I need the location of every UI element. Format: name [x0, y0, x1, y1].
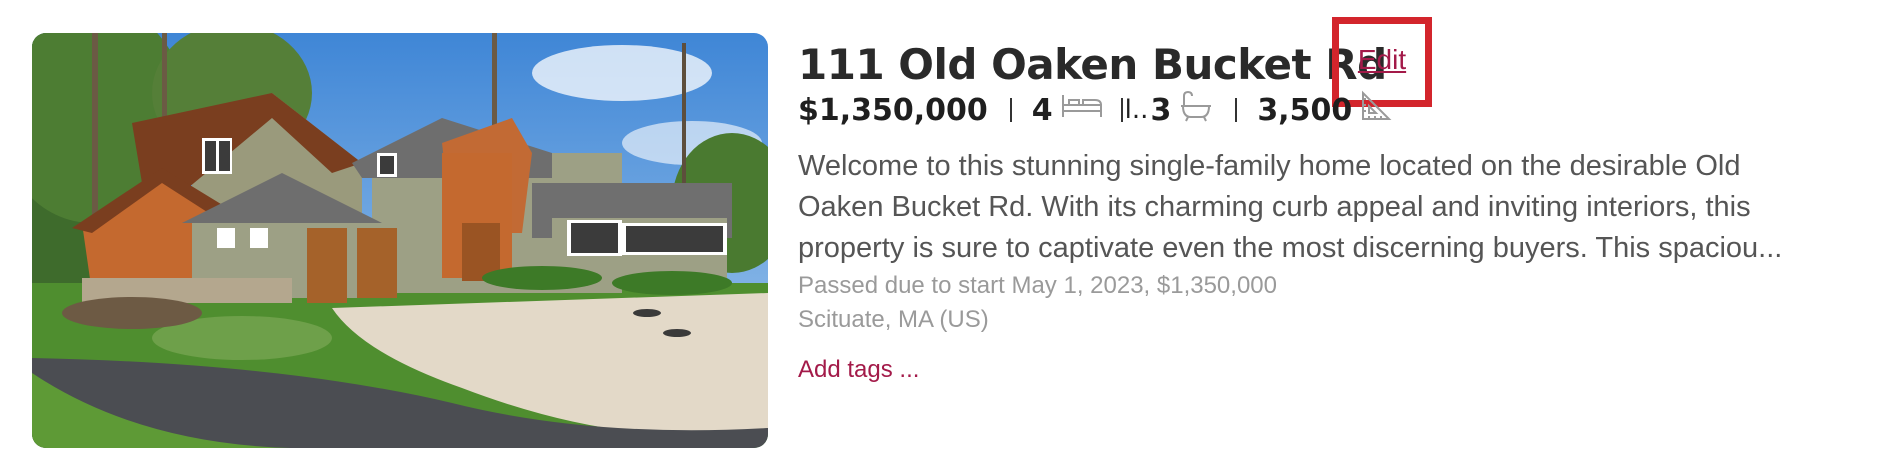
- listing-location: Scituate, MA (US): [798, 306, 989, 333]
- listing-address[interactable]: 111 Old Oaken Bucket Rd: [798, 40, 1387, 89]
- stat-divider: [1009, 98, 1012, 122]
- listing-price: $1,350,000: [798, 92, 988, 128]
- description-line: property is sure to captivate even the m…: [798, 232, 1783, 264]
- bathtub-icon: [1179, 90, 1213, 130]
- beds-count: 4: [1031, 92, 1053, 128]
- listing-description: Welcome to this stunning single-family h…: [798, 146, 1882, 269]
- description-line: Welcome to this stunning single-family h…: [798, 150, 1741, 182]
- bed-icon: [1061, 91, 1103, 129]
- stat-divider: [1120, 98, 1123, 122]
- baths-prefix: l..: [1124, 95, 1149, 125]
- description-line: Oaken Bucket Rd. With its charming curb …: [798, 191, 1751, 223]
- sqft-value: 3,500: [1257, 92, 1353, 128]
- ruler-triangle-icon: [1360, 90, 1392, 130]
- add-tags-link[interactable]: Add tags ...: [798, 356, 919, 384]
- house-image: [32, 33, 768, 448]
- property-photo[interactable]: [32, 33, 768, 448]
- stat-divider: [1235, 98, 1238, 122]
- edit-link[interactable]: Edit: [1358, 44, 1406, 76]
- listing-info: 111 Old Oaken Bucket Rd Edit $1,350,000 …: [798, 0, 1882, 474]
- title-row: 111 Old Oaken Bucket Rd: [798, 34, 1387, 94]
- listing-stats: $1,350,000 4 l.. 3 3,500: [798, 88, 1392, 132]
- listing-card: 111 Old Oaken Bucket Rd Edit $1,350,000 …: [0, 0, 1882, 474]
- listing-status: Passed due to start May 1, 2023, $1,350,…: [798, 272, 1277, 299]
- baths-count: 3: [1150, 92, 1172, 128]
